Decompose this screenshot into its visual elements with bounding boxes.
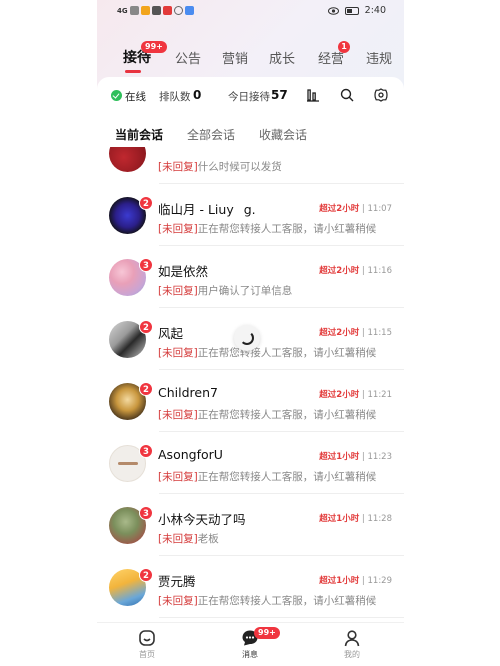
stats-icon[interactable] [306, 88, 320, 102]
status-bar: 4G 2:40 [97, 0, 404, 24]
tab-violations[interactable]: 违规 [366, 48, 392, 67]
tab-growth[interactable]: 成长 [269, 48, 295, 67]
today-reception-label: 今日接待 [228, 91, 270, 103]
conversation-row[interactable]: 2 临山月 - Liuy g. 超过2小时 | 11:07 [未回复]正在帮您转… [97, 184, 404, 246]
conversation-preview: [未回复]正在帮您转接人工客服，请小红薯稍候 [158, 471, 377, 483]
subtab-favorites[interactable]: 收藏会话 [259, 126, 307, 143]
app-icon [184, 6, 194, 15]
contact-name: 临山月 - Liuy g. [158, 202, 256, 217]
signal-text: 4G [117, 6, 128, 15]
unread-badge: 2 [139, 196, 153, 210]
conversation-row[interactable]: 3 小林今天动了吗 超过1小时 | 11:28 [未回复]老板 [97, 494, 404, 556]
conversation-list: [未回复]什么时候可以发货 2 临山月 - Liuy g. 超过2小时 | 11… [97, 147, 404, 635]
unread-badge: 2 [139, 382, 153, 396]
contact-name: 小林今天动了吗 [158, 512, 246, 527]
status-icons-right: 2:40 [327, 5, 386, 16]
conversation-preview: [未回复]正在帮您转接人工客服，请小红薯稍候 [158, 223, 377, 235]
loading-spinner-icon [234, 325, 260, 351]
phone-screen: 4G 2:40 接待 99+ 公告 营销 成长 经营 1 违规 在线 排队数 0… [97, 0, 404, 666]
contact-name: 如是依然 [158, 264, 209, 279]
subtab-all[interactable]: 全部会话 [187, 126, 235, 143]
battery-icon [344, 6, 359, 15]
nav-profile[interactable]: 我的 [322, 629, 382, 660]
status-toolbar: 在线 排队数 0 今日接待 57 [97, 77, 404, 115]
status-time: 2:40 [364, 5, 386, 16]
conversation-preview: [未回复]用户确认了订单信息 [158, 285, 293, 297]
wechat-icon [151, 6, 161, 15]
online-status-label[interactable]: 在线 [125, 89, 146, 104]
queue-count: 0 [193, 88, 202, 102]
top-tabs: 接待 99+ 公告 营销 成长 经营 1 违规 [97, 41, 404, 74]
unread-badge: 2 [139, 320, 153, 334]
main-card: 在线 排队数 0 今日接待 57 当前会话 全部会话 收藏会话 [未回复]什么时… [97, 77, 404, 637]
active-tab-indicator [125, 70, 141, 73]
timestamp: 超过1小时 | 11:29 [319, 576, 392, 586]
circle-icon [173, 6, 183, 15]
avatar [109, 147, 146, 172]
conversation-subtabs: 当前会话 全部会话 收藏会话 [97, 123, 404, 147]
timestamp: 超过2小时 | 11:16 [319, 266, 392, 276]
queue-label: 排队数 [159, 91, 191, 103]
conversation-row[interactable]: 3 如是依然 超过2小时 | 11:16 [未回复]用户确认了订单信息 [97, 246, 404, 308]
eye-icon [327, 6, 339, 15]
unread-badge: 3 [139, 258, 153, 272]
unread-badge: 3 [139, 444, 153, 458]
bottom-nav: 首页 消息 99+ 我的 [97, 622, 404, 666]
online-status-icon[interactable] [111, 90, 122, 101]
conversation-preview: [未回复]老板 [158, 533, 219, 545]
app-icon [140, 6, 150, 15]
contact-name: Children7 [158, 385, 218, 400]
today-reception-count: 57 [271, 88, 288, 102]
subtab-current[interactable]: 当前会话 [115, 126, 163, 143]
conversation-row[interactable]: 2 Children7 超过2小时 | 11:21 [未回复]正在帮您转接人工客… [97, 370, 404, 432]
search-icon[interactable] [340, 88, 354, 102]
signal-icon [129, 6, 139, 15]
nav-profile-label: 我的 [344, 650, 360, 659]
tab-operations-badge: 1 [338, 41, 350, 53]
nav-messages-label: 消息 [242, 650, 258, 659]
status-icons-left: 4G [117, 6, 194, 15]
tab-reception-badge: 99+ [141, 41, 167, 53]
contact-name: AsongforU [158, 447, 223, 462]
nav-home-label: 首页 [139, 650, 155, 659]
timestamp: 超过1小时 | 11:23 [319, 452, 392, 462]
timestamp: 超过1小时 | 11:28 [319, 514, 392, 524]
contact-name: 风起 [158, 326, 184, 341]
timestamp: 超过2小时 | 11:21 [319, 390, 392, 400]
nav-messages-badge: 99+ [254, 627, 280, 639]
gear-icon[interactable] [374, 88, 388, 102]
timestamp: 超过2小时 | 11:07 [319, 204, 392, 214]
contact-name: 贾元腾 [158, 574, 196, 589]
unread-badge: 2 [139, 568, 153, 582]
timestamp: 超过2小时 | 11:15 [319, 328, 392, 338]
conversation-row[interactable]: 2 贾元腾 超过1小时 | 11:29 [未回复]正在帮您转接人工客服，请小红薯… [97, 556, 404, 618]
conversation-preview: [未回复]正在帮您转接人工客服，请小红薯稍候 [158, 409, 377, 421]
notification-icon [162, 6, 172, 15]
home-icon [139, 630, 155, 646]
profile-icon [344, 630, 360, 647]
conversation-preview: [未回复]正在帮您转接人工客服，请小红薯稍候 [158, 347, 377, 359]
unread-badge: 3 [139, 506, 153, 520]
tab-marketing[interactable]: 营销 [222, 48, 248, 67]
tab-announcement[interactable]: 公告 [175, 48, 201, 67]
conversation-row[interactable]: [未回复]什么时候可以发货 [97, 147, 404, 184]
conversation-row[interactable]: 3 AsongforU 超过1小时 | 11:23 [未回复]正在帮您转接人工客… [97, 432, 404, 494]
nav-home[interactable]: 首页 [117, 629, 177, 660]
conversation-preview: [未回复]正在帮您转接人工客服，请小红薯稍候 [158, 595, 377, 607]
conversation-preview: [未回复]什么时候可以发货 [158, 161, 282, 173]
